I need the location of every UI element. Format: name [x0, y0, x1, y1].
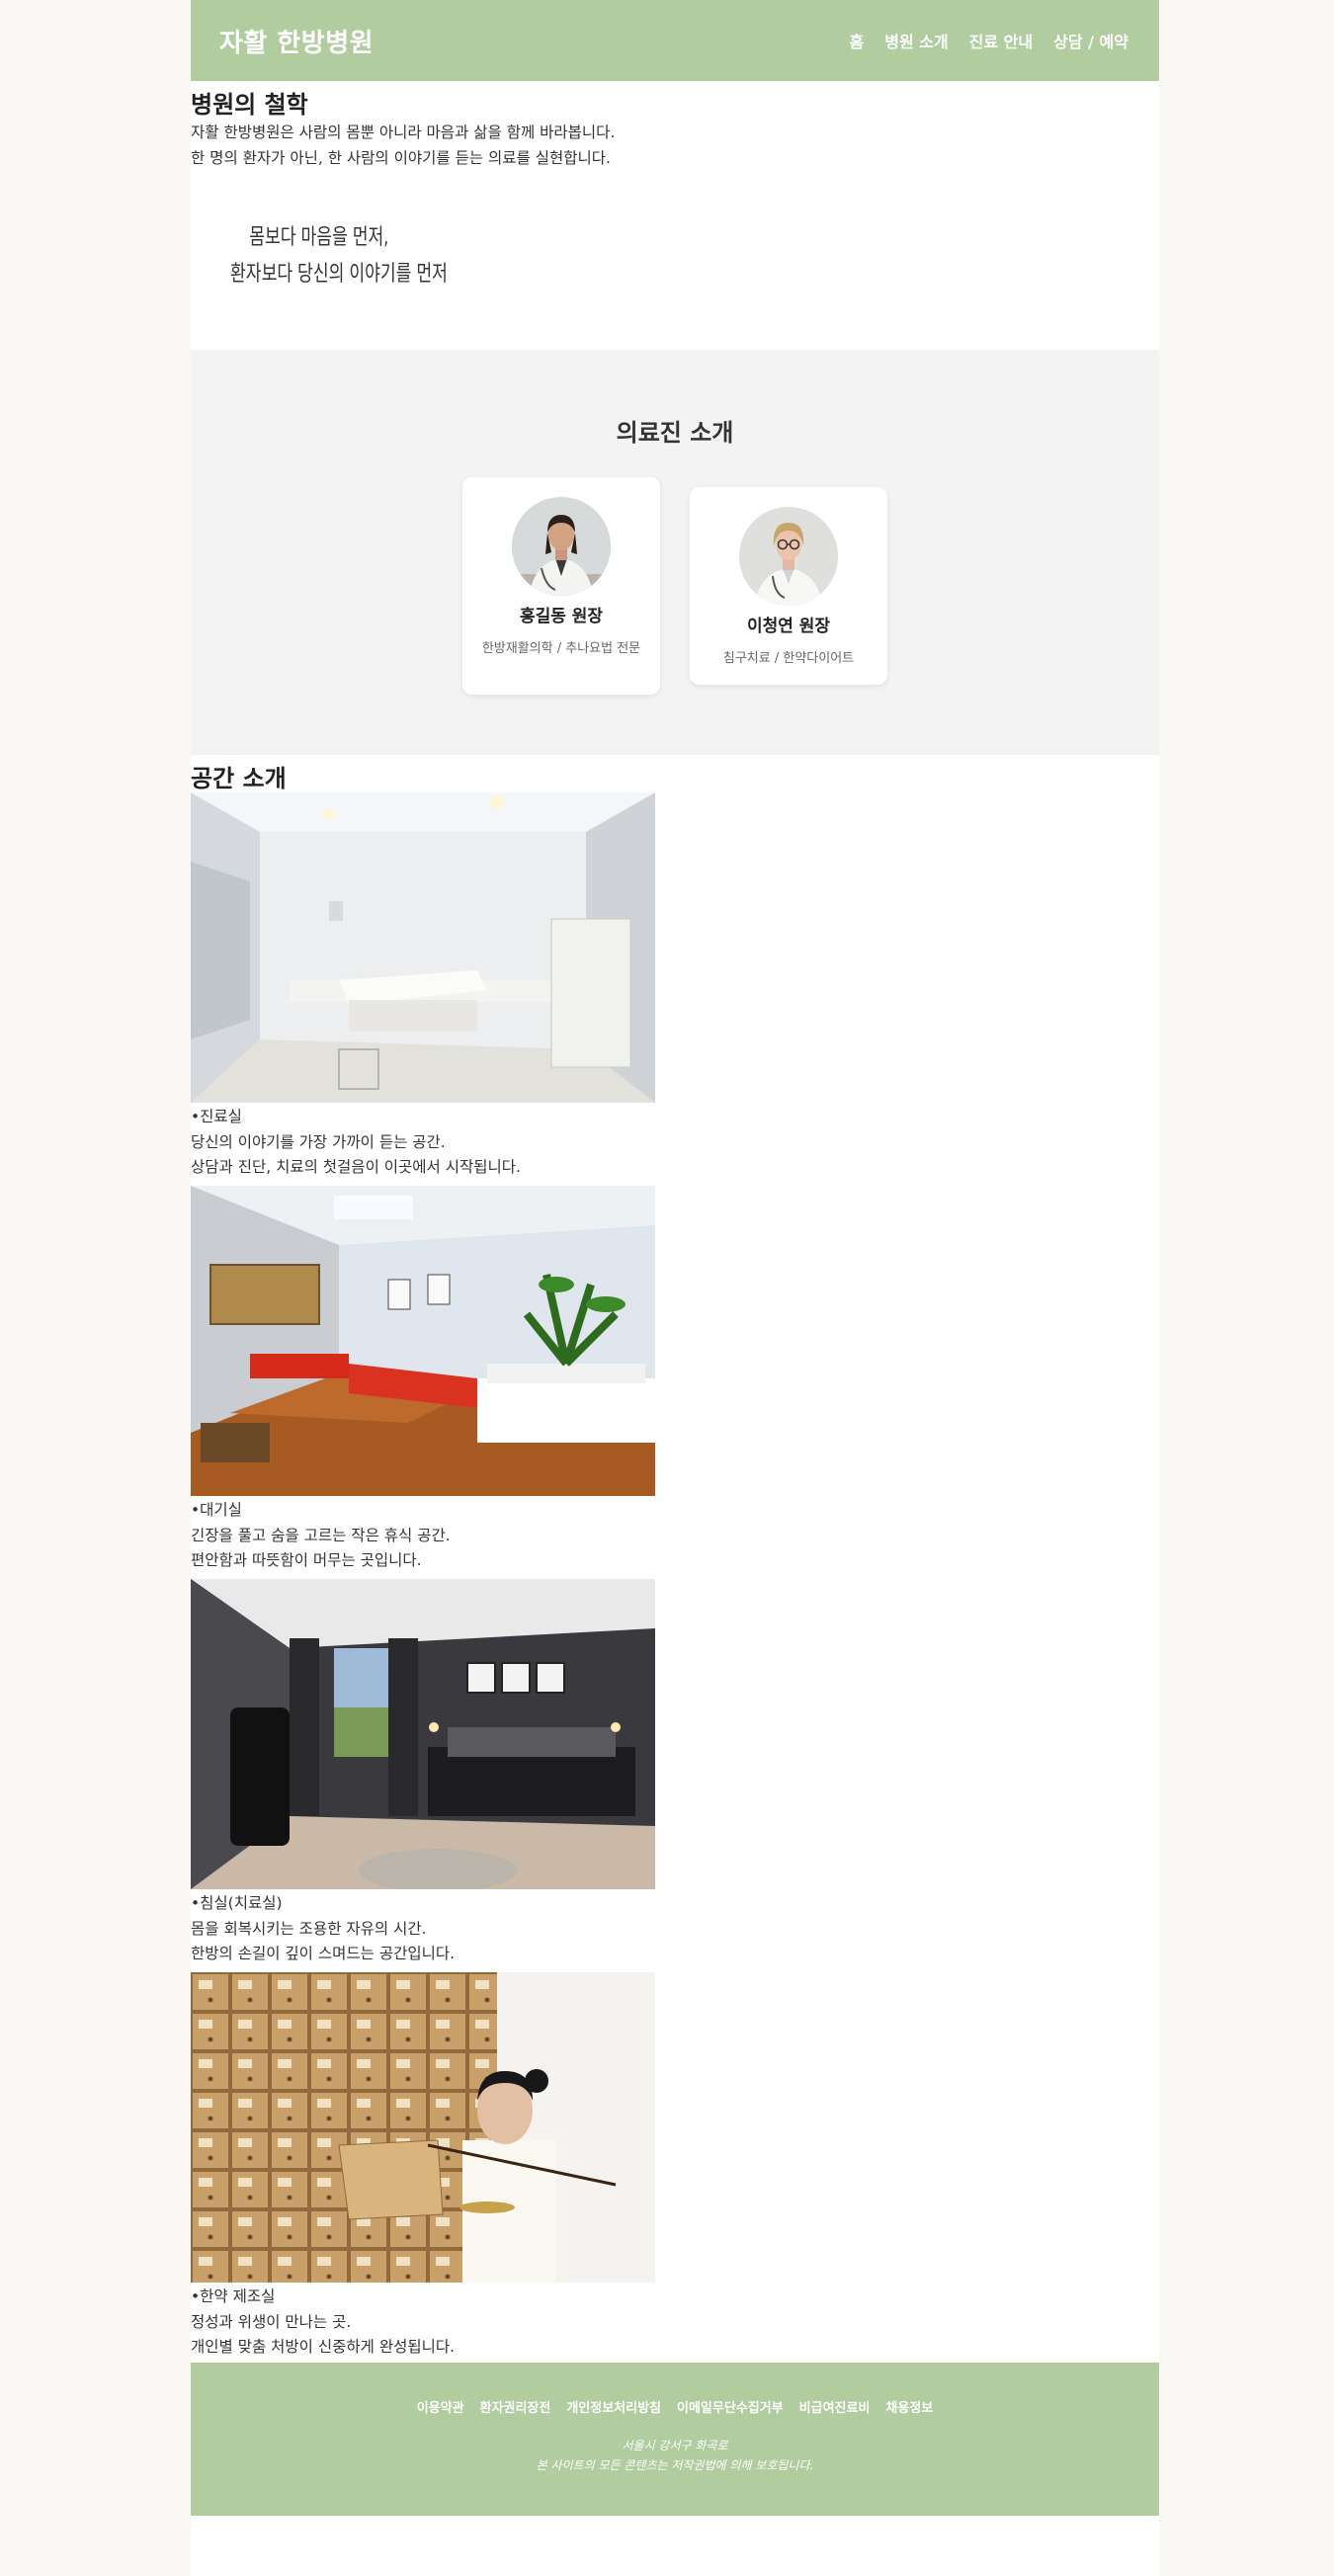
room-desc-line2: 상담과 진단, 치료의 첫걸음이 이곳에서 시작됩니다. [191, 1158, 521, 1176]
room-title: •대기실 [191, 1501, 242, 1519]
nav-treatment[interactable]: 진료 안내 [969, 29, 1033, 52]
doctor-card[interactable]: 이청연 원장 침구치료 / 한약다이어트 [690, 487, 887, 685]
footer-link-terms[interactable]: 이용약관 [417, 2397, 464, 2416]
page: 자활 한방병원 홈 병원 소개 진료 안내 상담 / 예약 병원의 철학 자활 … [191, 0, 1159, 2576]
doctor-name: 이청연 원장 [746, 617, 831, 636]
room-title: •한약 제조실 [191, 2287, 276, 2305]
nav-consult-reservation[interactable]: 상담 / 예약 [1053, 29, 1128, 52]
room-bedroom: •침실(치료실) 몸을 회복시키는 조용한 자유의 시간. 한방의 손길이 깊이… [191, 1579, 655, 1962]
room-desc-line1: 정성과 위생이 만나는 곳. [191, 2313, 352, 2331]
main-nav: 홈 병원 소개 진료 안내 상담 / 예약 [849, 29, 1128, 52]
site-header: 자활 한방병원 홈 병원 소개 진료 안내 상담 / 예약 [191, 0, 1159, 81]
site-footer: 이용약관 환자권리장전 개인정보처리방침 이메일무단수집거부 비급여진료비 채용… [191, 2363, 1159, 2516]
footer-links: 이용약관 환자권리장전 개인정보처리방침 이메일무단수집거부 비급여진료비 채용… [191, 2397, 1159, 2416]
site-logo[interactable]: 자활 한방병원 [219, 23, 374, 59]
quote-line2: 환자보다 당신의 이야기를 먼저 [230, 262, 448, 287]
room-desc-line2: 한방의 손길이 깊이 스며드는 공간입니다. [191, 1945, 456, 1962]
philosophy-text-line2: 한 명의 환자가 아닌, 한 사람의 이야기를 듣는 의료를 실현합니다. [191, 149, 611, 167]
doctors-title: 의료진 소개 [616, 419, 734, 447]
footer-link-privacy[interactable]: 개인정보처리방침 [566, 2397, 661, 2416]
doctor-avatar [739, 507, 838, 606]
doctors-section: 의료진 소개 홍길동 원장 한방재활의학 / 추나요법 전문 이청연 원장 침구… [191, 350, 1159, 755]
doctor-specialty: 한방재활의학 / 추나요법 전문 [481, 641, 641, 656]
spaces-title: 공간 소개 [191, 765, 287, 792]
philosophy-section: 병원의 철학 자활 한방병원은 사람의 몸뿐 아니라 마음과 삶을 함께 바라봅… [191, 81, 1159, 350]
room-desc-line1: 몸을 회복시키는 조용한 자유의 시간. [191, 1920, 427, 1938]
room-waiting: •대기실 긴장을 풀고 숨을 고르는 작은 휴식 공간. 편안함과 따뜻함이 머… [191, 1186, 655, 1569]
room-desc-line1: 긴장을 풀고 숨을 고르는 작은 휴식 공간. [191, 1527, 451, 1544]
nav-home[interactable]: 홈 [849, 29, 864, 52]
exam-room-photo [191, 792, 655, 1103]
footer-link-non-covered-fees[interactable]: 비급여진료비 [799, 2397, 871, 2416]
footer-link-careers[interactable]: 채용정보 [885, 2397, 933, 2416]
room-exam: •진료실 당신의 이야기를 가장 가까이 듣는 공간. 상담과 진단, 치료의 … [191, 792, 655, 1176]
footer-address: 서울시 강서구 화곡로 [622, 2439, 728, 2452]
quote-line1: 몸보다 마음을 먼저, [249, 225, 389, 250]
footer-link-patient-rights[interactable]: 환자권리장전 [480, 2397, 551, 2416]
nav-about[interactable]: 병원 소개 [884, 29, 948, 52]
herbal-pharmacy-photo [191, 1972, 655, 2283]
footer-copyright: 본 사이트의 모든 콘텐츠는 저작권법에 의해 보호됩니다. [536, 2458, 814, 2472]
room-desc-line2: 편안함과 따뜻함이 머무는 곳입니다. [191, 1551, 422, 1569]
doctor-specialty: 침구치료 / 한약다이어트 [722, 651, 855, 666]
philosophy-text-line1: 자활 한방병원은 사람의 몸뿐 아니라 마음과 삶을 함께 바라봅니다. [191, 124, 616, 141]
waiting-room-photo [191, 1186, 655, 1496]
philosophy-title: 병원의 철학 [191, 91, 308, 119]
philosophy-quote: 몸보다 마음을 먼저, 환자보다 당신의 이야기를 먼저 [230, 219, 448, 292]
room-title: •침실(치료실) [191, 1894, 283, 1912]
bedroom-photo [191, 1579, 655, 1889]
doctor-avatar [512, 497, 611, 596]
doctor-card[interactable]: 홍길동 원장 한방재활의학 / 추나요법 전문 [462, 477, 660, 695]
room-desc-line2: 개인별 맞춤 처방이 신중하게 완성됩니다. [191, 2338, 456, 2356]
doctor-name: 홍길동 원장 [519, 607, 604, 626]
footer-link-email-refusal[interactable]: 이메일무단수집거부 [677, 2397, 784, 2416]
room-herbal-pharmacy: •한약 제조실 정성과 위생이 만나는 곳. 개인별 맞춤 처방이 신중하게 완… [191, 1972, 655, 2356]
room-title: •진료실 [191, 1108, 242, 1125]
room-desc-line1: 당신의 이야기를 가장 가까이 듣는 공간. [191, 1133, 446, 1151]
